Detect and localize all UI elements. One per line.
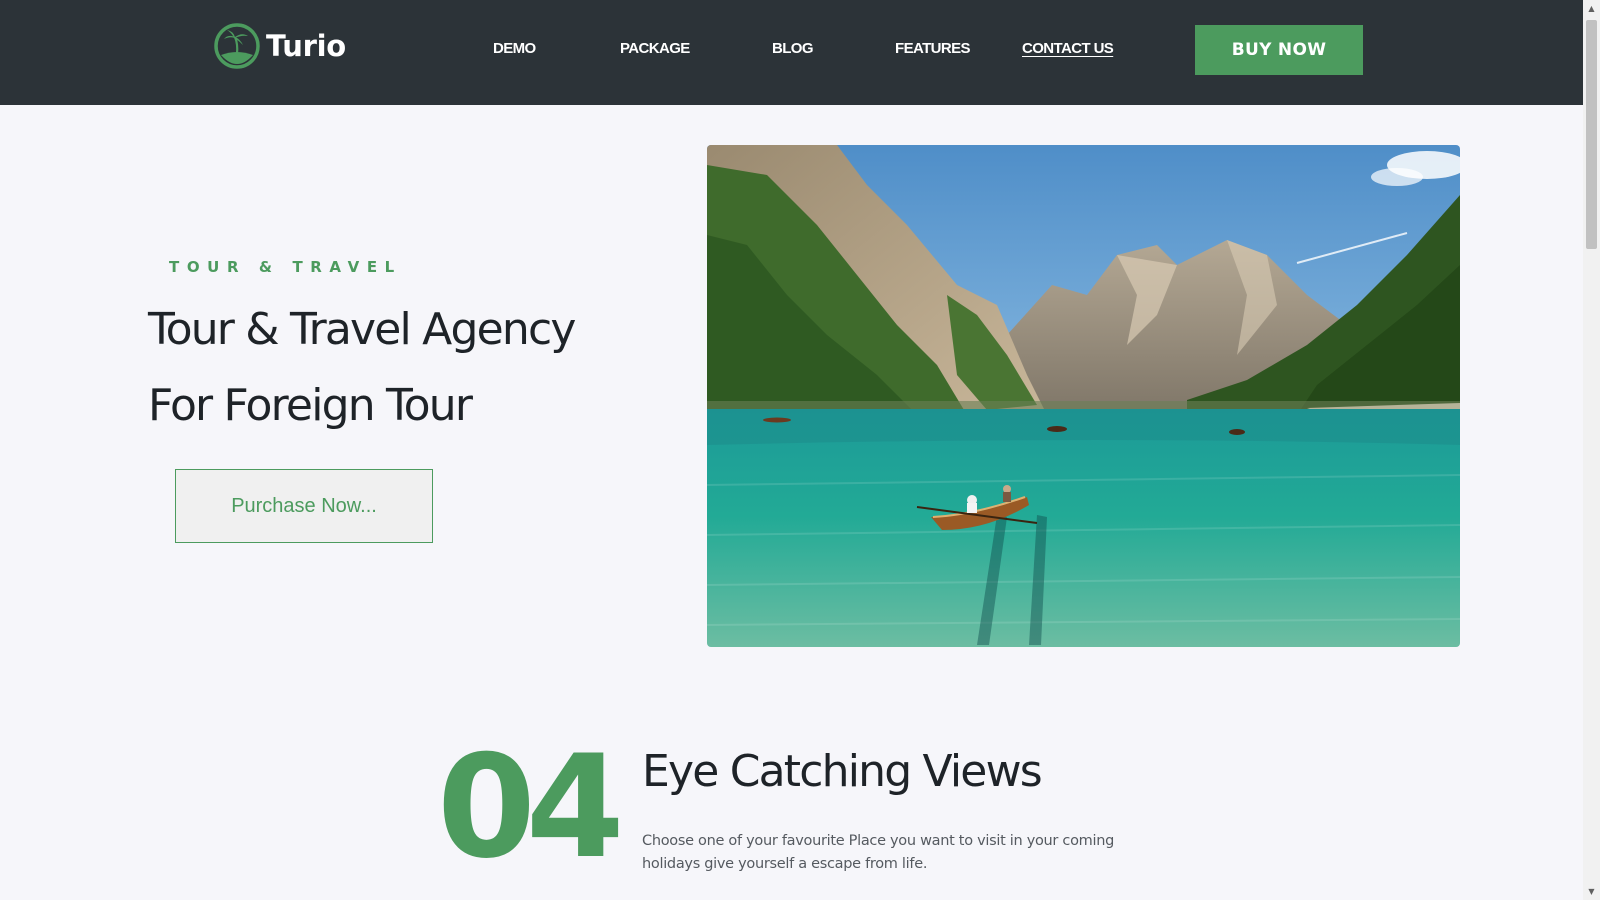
scroll-up-arrow-icon[interactable]: ▲ (1583, 0, 1600, 17)
nav-features[interactable]: FEATURES (895, 40, 971, 57)
scroll-down-arrow-icon[interactable]: ▼ (1583, 883, 1600, 900)
brand-name: Turio (266, 29, 346, 63)
scroll-thumb[interactable] (1586, 20, 1597, 249)
hero-photo-illustration (707, 145, 1460, 647)
site-header: Turio DEMO PACKAGE BLOG FEATURES CONTACT… (0, 0, 1583, 105)
buy-now-button[interactable]: BUY NOW (1195, 25, 1363, 75)
feature-title: Eye Catching Views (642, 746, 1043, 797)
nav-contact-us[interactable]: CONTACT US (1022, 40, 1114, 57)
palm-island-logo-icon (214, 23, 260, 69)
nav-package[interactable]: PACKAGE (620, 40, 690, 57)
feature-description: Choose one of your favourite Place you w… (642, 833, 1114, 872)
brand-logo[interactable]: Turio (213, 22, 346, 70)
purchase-now-button[interactable]: Purchase Now... (175, 469, 433, 543)
hero-title: Tour & Travel Agency For Foreign Tour (148, 292, 668, 444)
nav-demo[interactable]: DEMO (493, 40, 536, 57)
feature-number: 04 (437, 725, 625, 890)
hero-title-line-1: Tour & Travel Agency (148, 304, 576, 355)
hero-title-line-2: For Foreign Tour (148, 380, 473, 431)
mountain-lake-rowboat-photo (707, 145, 1460, 647)
nav-blog[interactable]: BLOG (772, 40, 814, 57)
page-scrollbar[interactable]: ▲ ▼ (1583, 0, 1600, 900)
hero-eyebrow: TOUR & TRAVEL (169, 258, 402, 276)
